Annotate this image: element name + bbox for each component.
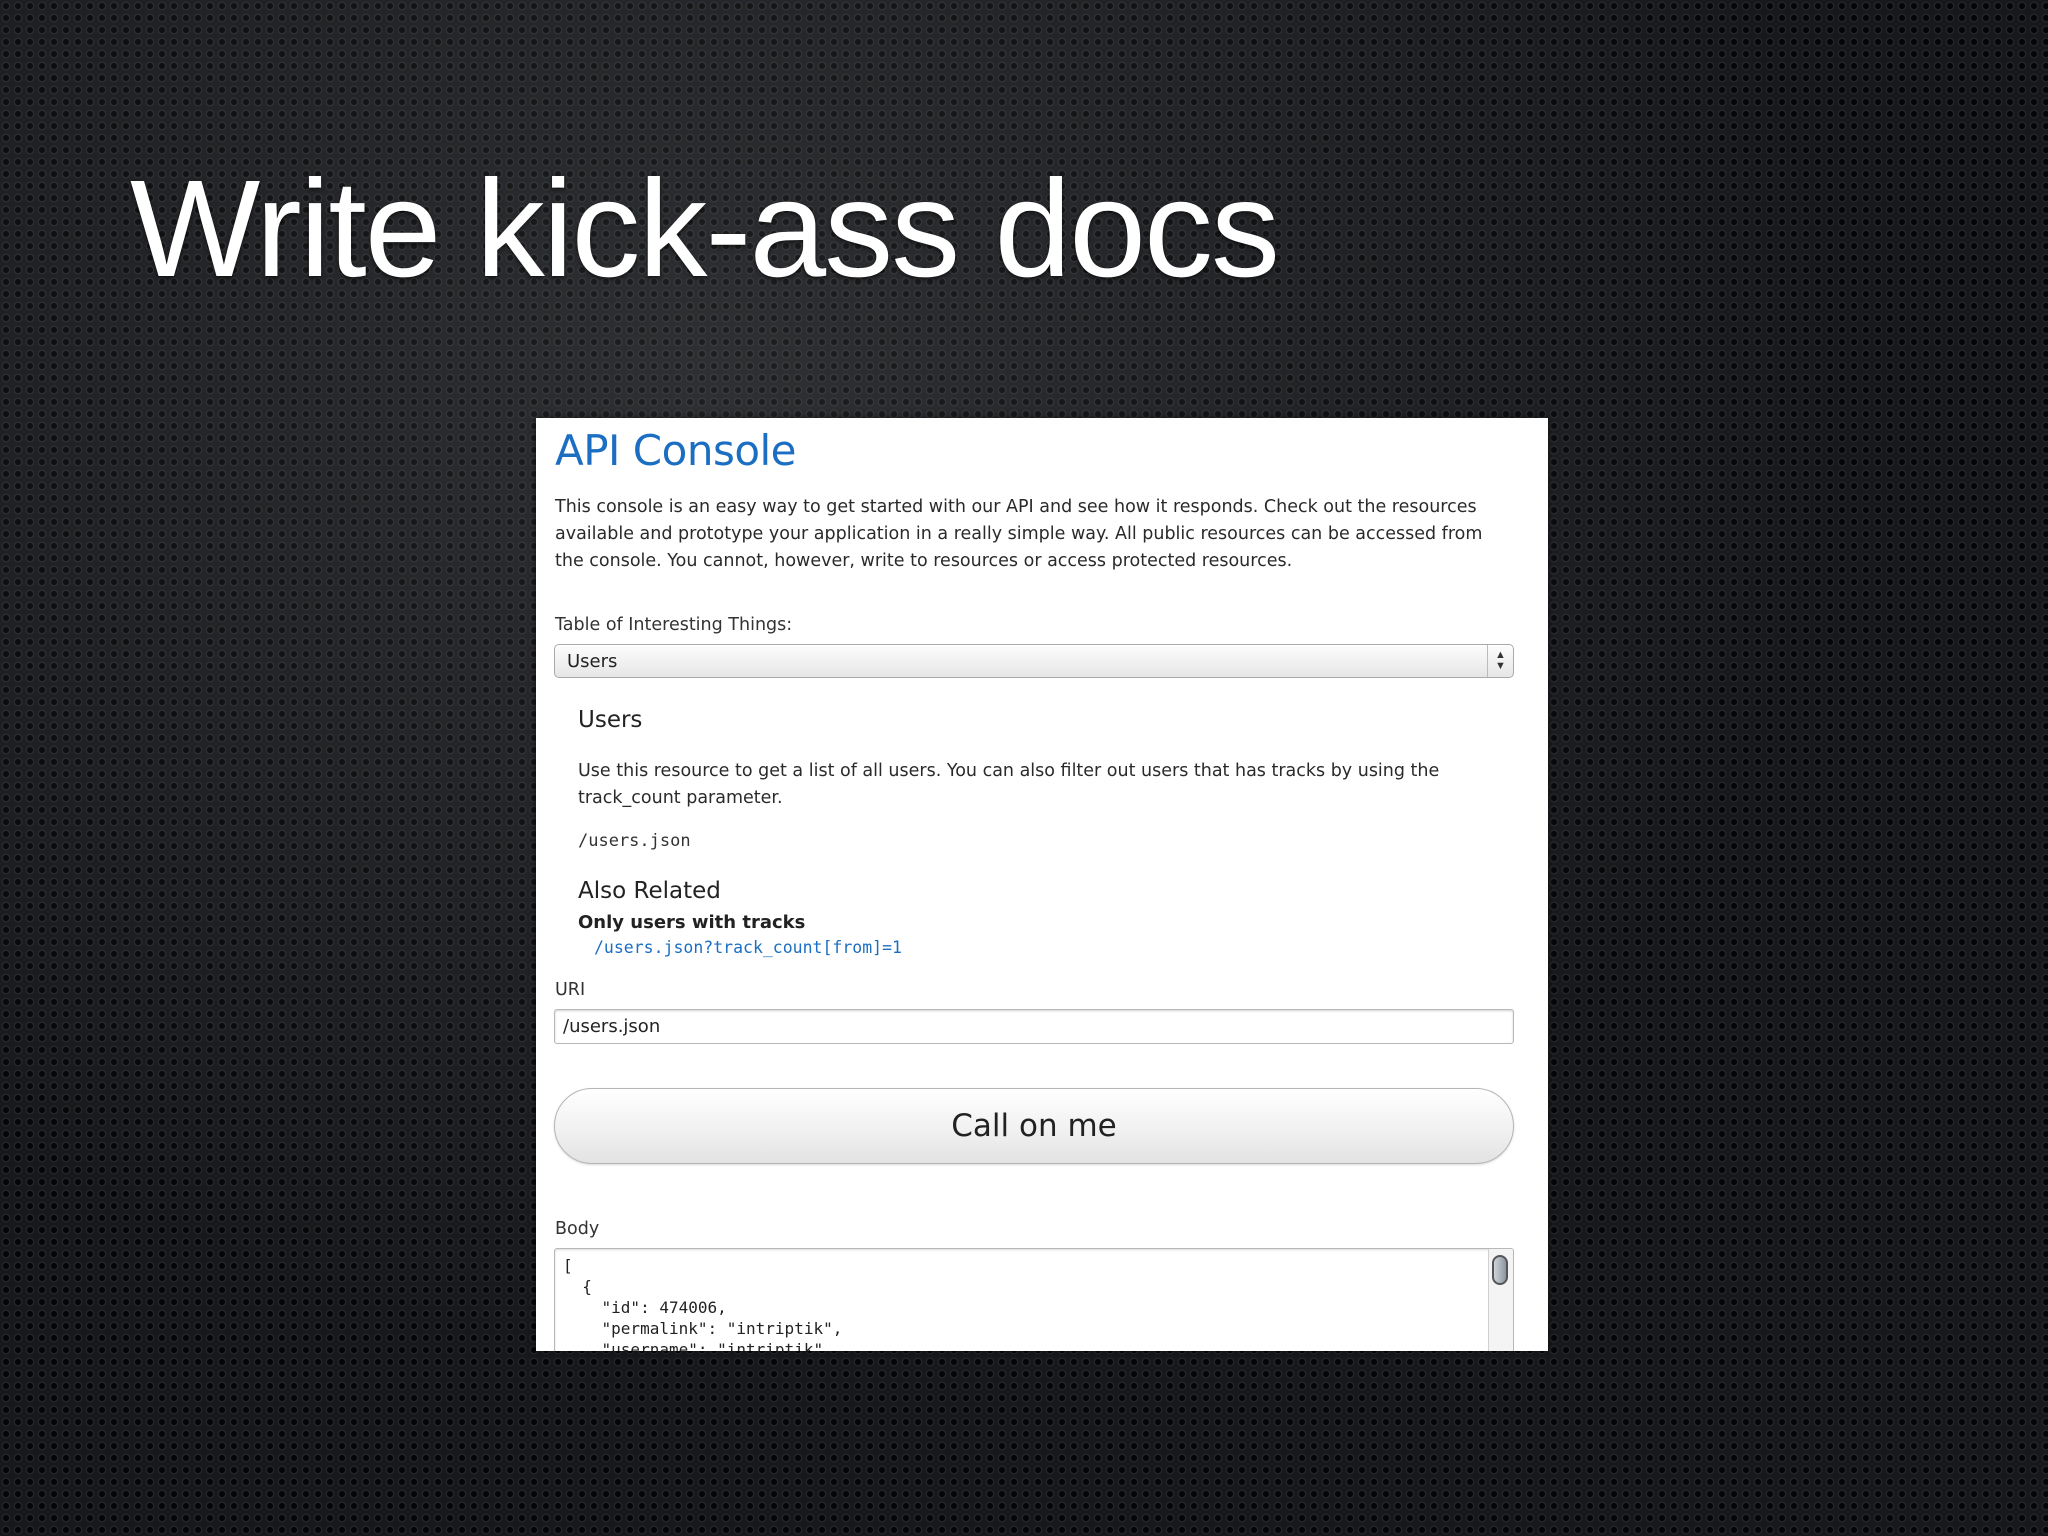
scroll-thumb[interactable] bbox=[1492, 1255, 1508, 1285]
also-related-link[interactable]: /users.json?track_count[from]=1 bbox=[594, 938, 902, 957]
resource-select[interactable]: Users ▲ ▼ bbox=[554, 644, 1514, 678]
also-related-heading: Also Related bbox=[578, 878, 721, 904]
body-text: [ { "id": 474006, "permalink": "intripti… bbox=[563, 1256, 843, 1351]
resource-heading: Users bbox=[578, 707, 643, 733]
resource-select-value: Users bbox=[567, 651, 618, 672]
console-intro: This console is an easy way to get start… bbox=[555, 497, 1483, 571]
also-related-subheading: Only users with tracks bbox=[578, 912, 806, 933]
body-scrollbar[interactable] bbox=[1488, 1249, 1513, 1351]
console-title: API Console bbox=[555, 426, 797, 475]
call-on-me-button[interactable]: Call on me bbox=[554, 1088, 1514, 1164]
resource-endpoint: /users.json bbox=[578, 831, 691, 851]
uri-label: URI bbox=[555, 980, 586, 1000]
resource-description: Use this resource to get a list of all u… bbox=[578, 761, 1440, 808]
api-console-screenshot: API Console This console is an easy way … bbox=[536, 418, 1548, 1351]
body-textarea[interactable]: [ { "id": 474006, "permalink": "intripti… bbox=[554, 1248, 1514, 1351]
select-updown-icon: ▲ ▼ bbox=[1487, 645, 1513, 677]
body-label: Body bbox=[555, 1219, 600, 1239]
slide-title: Write kick-ass docs bbox=[130, 152, 1280, 306]
uri-input[interactable] bbox=[554, 1009, 1514, 1044]
table-label: Table of Interesting Things: bbox=[555, 615, 793, 635]
